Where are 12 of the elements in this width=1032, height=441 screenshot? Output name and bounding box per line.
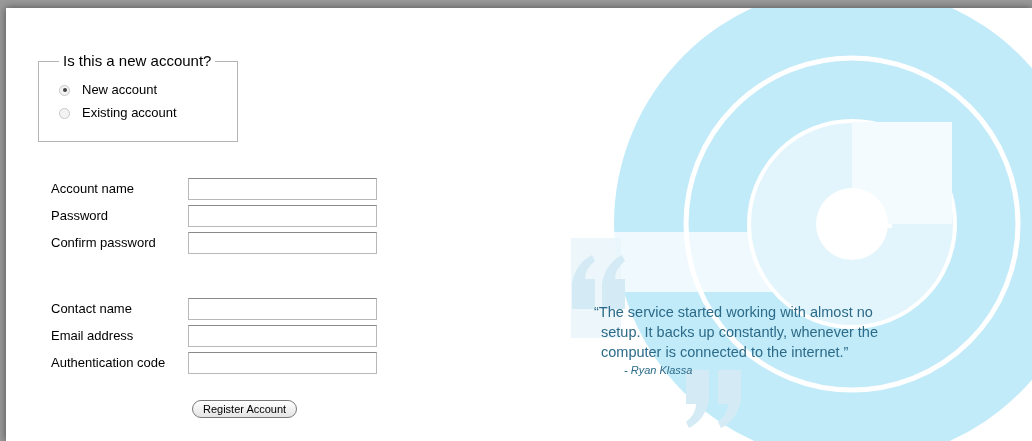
testimonial-quote: “The service started working with almost no setup. It backs up constantly, whenever the computer is connected to the internet.” (594, 303, 879, 362)
testimonial-author: - Ryan Klassa (624, 363, 694, 378)
field-label: Confirm password (51, 233, 157, 252)
field-label: Authentication code (51, 353, 167, 372)
field-label: Contact name (51, 299, 133, 318)
radio-option[interactable]: Existing account (59, 101, 217, 125)
field-label: Password (51, 206, 110, 225)
radio-option[interactable]: New account (59, 78, 217, 102)
group-legend: Is this a new account? (59, 50, 216, 73)
register-button[interactable]: Register Account (192, 400, 298, 418)
field-label: Email address (51, 326, 135, 345)
field-label: Account name (51, 179, 136, 198)
